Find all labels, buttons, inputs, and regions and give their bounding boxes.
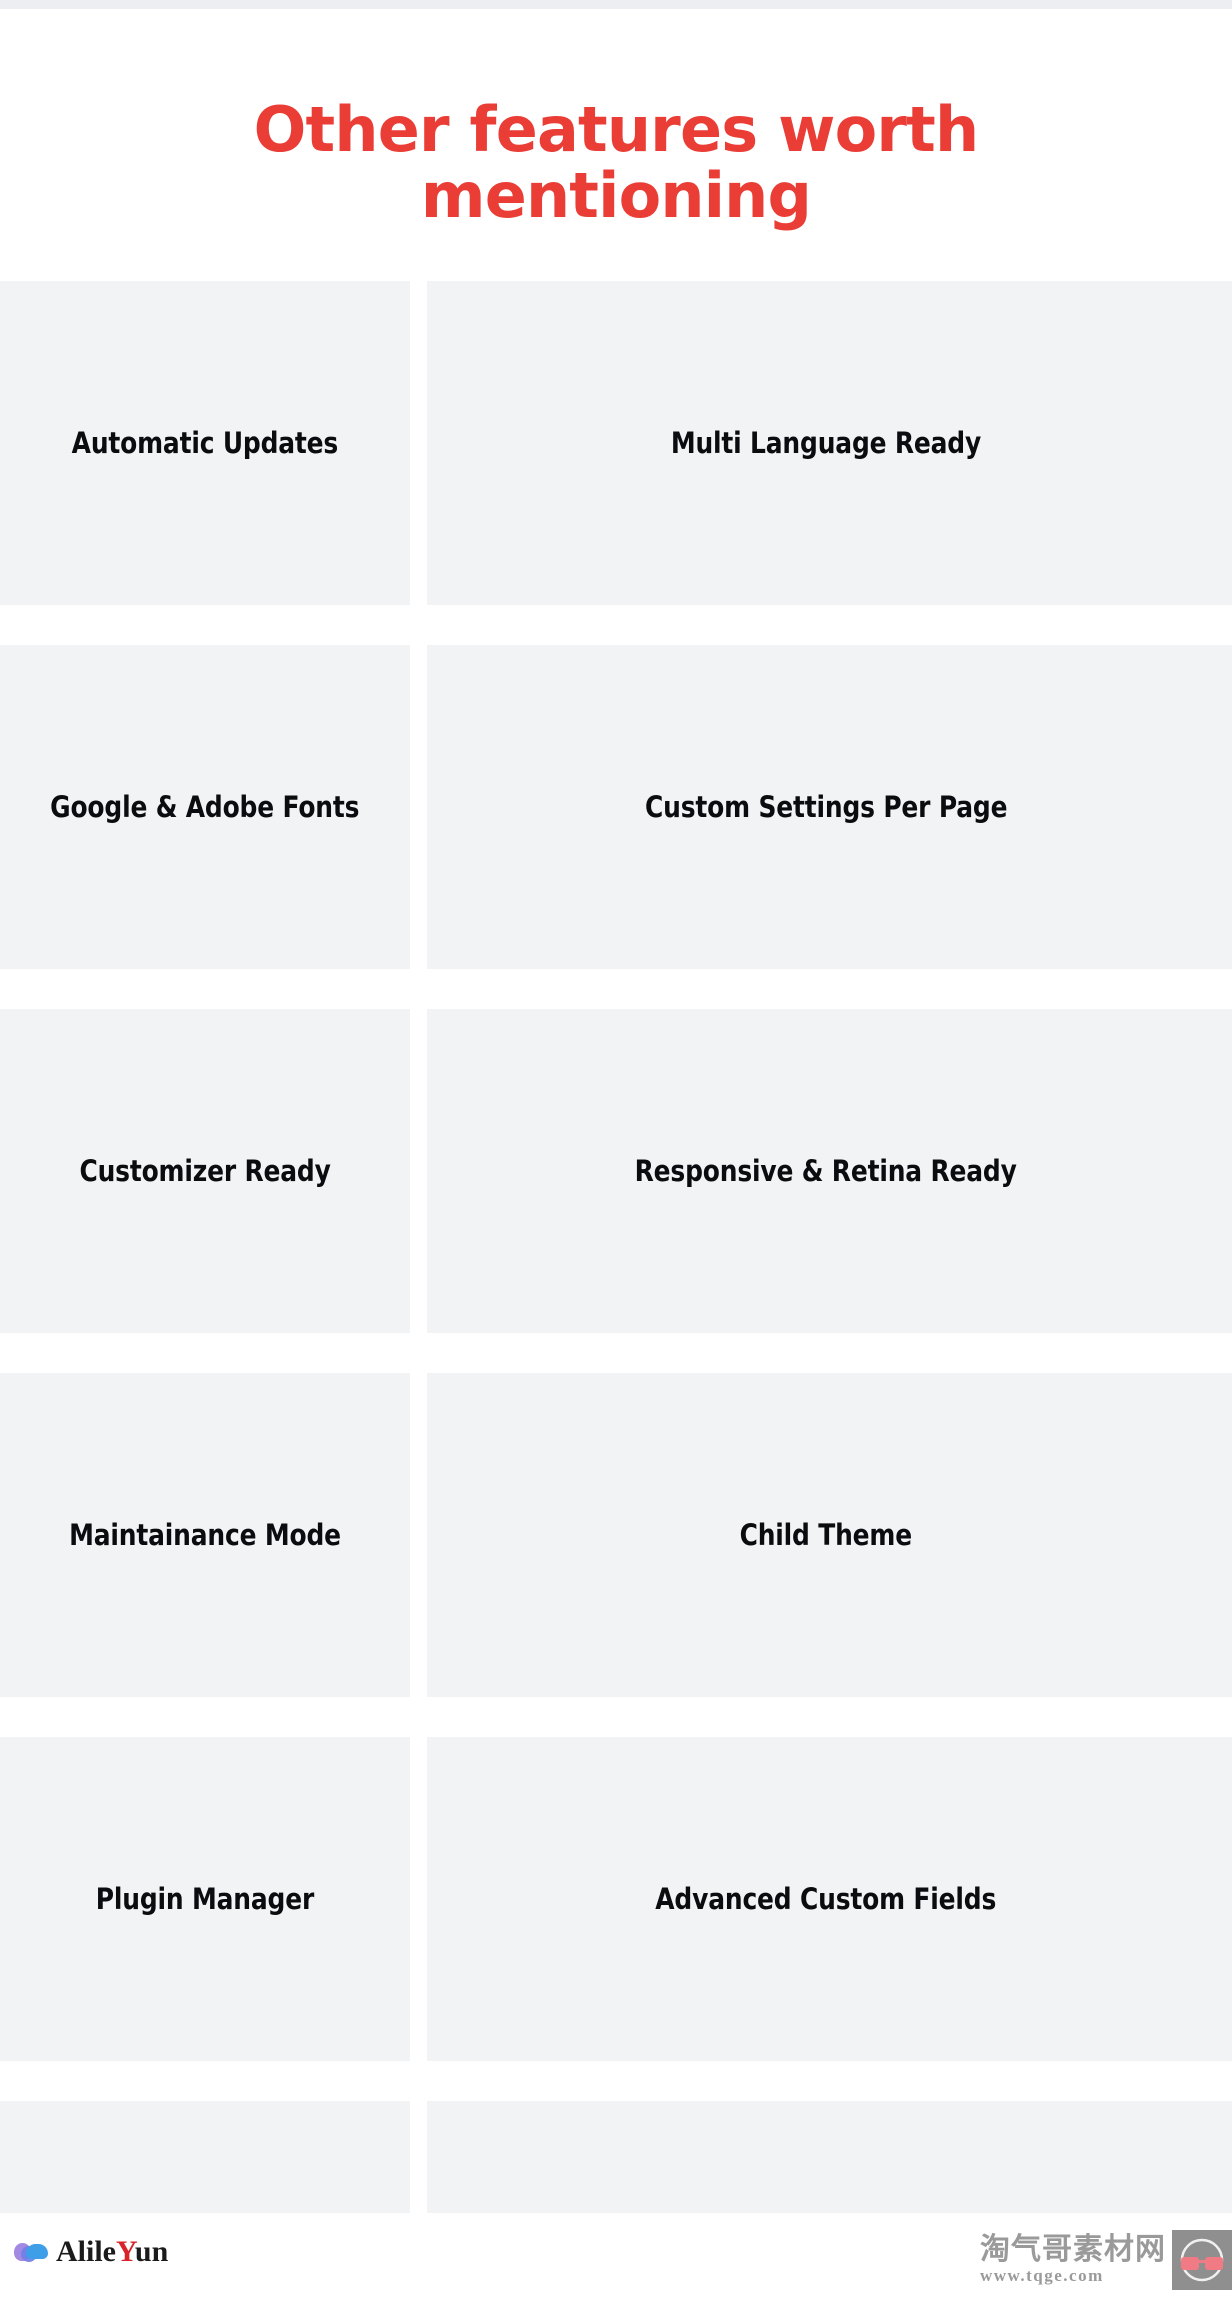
- feature-card-label: Responsive & Retina Ready: [635, 1154, 1018, 1188]
- feature-card-label: Multi Language Ready: [670, 426, 982, 460]
- feature-card-label: Customizer Ready: [79, 1154, 331, 1188]
- feature-row: Customizer Ready Responsive & Retina Rea…: [0, 1009, 1232, 1333]
- feature-card[interactable]: Customizer Ready: [0, 1009, 410, 1333]
- brand-name-part1: Alile: [56, 2235, 116, 2268]
- feature-card[interactable]: Child Theme: [427, 1373, 1232, 1697]
- watermark-badge: [1172, 2230, 1232, 2290]
- feature-row: Maintainance Mode Child Theme: [0, 1373, 1232, 1697]
- feature-card-label: Child Theme: [739, 1518, 913, 1552]
- feature-card-label: Maintainance Mode: [69, 1518, 341, 1552]
- feature-card[interactable]: Custom Settings Per Page: [427, 645, 1232, 969]
- cloud-icon: [14, 2241, 48, 2263]
- brand-logo[interactable]: AlileYun: [14, 2237, 168, 2267]
- feature-row: Google & Adobe Fonts Custom Settings Per…: [0, 645, 1232, 969]
- feature-card[interactable]: Maintainance Mode: [0, 1373, 410, 1697]
- top-strip: [0, 0, 1232, 9]
- feature-card[interactable]: Plugin Manager: [0, 1737, 410, 2061]
- feature-card-label: Automatic Updates: [71, 426, 339, 460]
- brand-name-highlight: Y: [116, 2235, 135, 2268]
- feature-card-label: Custom Settings Per Page: [644, 790, 1008, 824]
- feature-card[interactable]: Multi Language Ready: [427, 281, 1232, 605]
- glasses-icon: [1180, 2238, 1224, 2282]
- feature-card-label: Advanced Custom Fields: [655, 1882, 997, 1916]
- page-title: Other features worth mentioning: [236, 61, 996, 230]
- page-title-line-2: mentioning: [420, 159, 812, 232]
- feature-row: Automatic Updates Multi Language Ready: [0, 281, 1232, 605]
- brand-name: AlileYun: [56, 2237, 168, 2267]
- watermark-site-name: 淘气哥素材网: [980, 2231, 1166, 2267]
- feature-card[interactable]: Advanced Custom Fields: [427, 1737, 1232, 2061]
- watermark-url: www.tqge.com: [980, 2266, 1104, 2286]
- feature-card[interactable]: Google & Adobe Fonts: [0, 645, 410, 969]
- feature-card[interactable]: Automatic Updates: [0, 281, 410, 605]
- page-title-line-1: Other features worth: [253, 92, 979, 166]
- watermark-text: 淘气哥素材网 www.tqge.com: [980, 2234, 1166, 2286]
- feature-row: Plugin Manager Advanced Custom Fields: [0, 1737, 1232, 2061]
- features-grid: Automatic Updates Multi Language Ready G…: [0, 281, 1232, 2307]
- feature-card[interactable]: Responsive & Retina Ready: [427, 1009, 1232, 1333]
- feature-card-label: Plugin Manager: [95, 1882, 315, 1916]
- page-root: Other features worth mentioning Automati…: [0, 0, 1232, 2307]
- brand-name-part2: un: [134, 2235, 169, 2268]
- feature-card-label: Google & Adobe Fonts: [50, 790, 360, 824]
- footer: AlileYun 淘气哥素材网 www.tqge.com: [0, 2213, 1232, 2307]
- hero-section: Other features worth mentioning: [0, 9, 1232, 281]
- watermark: 淘气哥素材网 www.tqge.com: [980, 2230, 1232, 2290]
